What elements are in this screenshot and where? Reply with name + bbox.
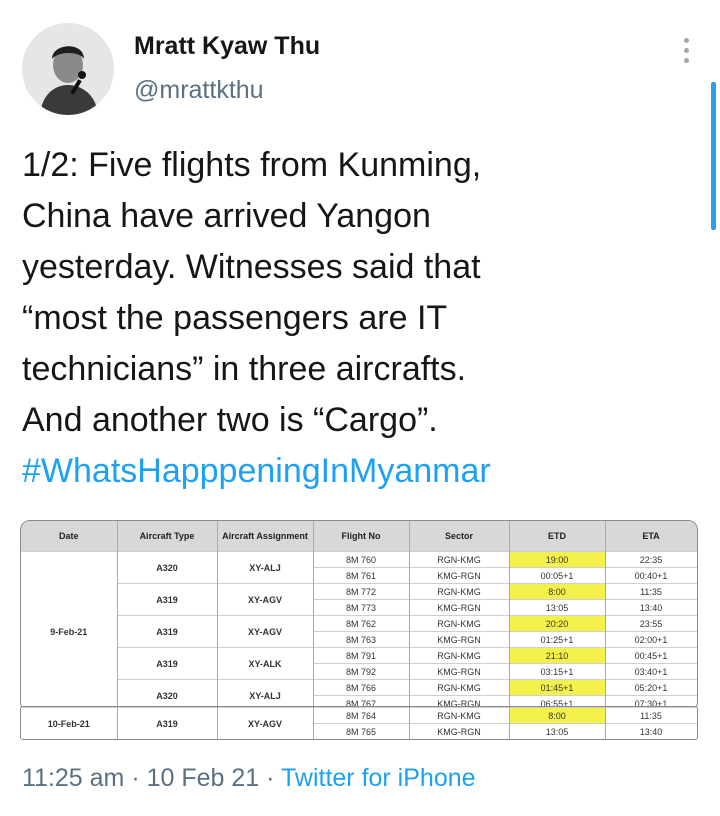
tweet-line: technicians” in three aircrafts. bbox=[22, 350, 467, 388]
table-row: A319 XY-ALK 8M 791 RGN-KMG 21:10 00:45+1 bbox=[21, 647, 697, 680]
more-options-icon[interactable] bbox=[682, 38, 690, 63]
aircraft-assignment-cell: XY-AGV bbox=[217, 583, 314, 616]
flight-table-10feb: 10-Feb-21 A319 XY-AGV 8M 764 RGN-KMG 8:00 11:3… bbox=[20, 706, 698, 740]
flight-no-cell: 8M 765 bbox=[313, 723, 410, 739]
etd-cell: 13:05 bbox=[509, 723, 606, 739]
header-aircraft-assignment: Aircraft Assignment bbox=[217, 521, 314, 552]
sector-cell: RGN-KMG bbox=[409, 647, 510, 664]
avatar[interactable] bbox=[22, 23, 114, 115]
aircraft-type-cell: A319 bbox=[117, 583, 218, 616]
aircraft-assignment-cell: XY-AGV bbox=[217, 615, 314, 648]
tweet-line: China have arrived Yangon bbox=[22, 197, 431, 235]
tweet-text: 1/2: Five flights from Kunming, China ha… bbox=[22, 140, 682, 497]
eta-cell: 00:45+1 bbox=[605, 647, 697, 664]
eta-cell: 22:35 bbox=[605, 551, 697, 568]
aircraft-type-cell: A319 bbox=[117, 647, 218, 680]
aircraft-assignment-cell: XY-ALJ bbox=[217, 551, 314, 584]
eta-cell: 02:00+1 bbox=[605, 631, 697, 648]
tweet-line: 1/2: Five flights from Kunming, bbox=[22, 146, 482, 184]
author-handle[interactable]: @mrattkthu bbox=[134, 76, 264, 105]
meta-separator: · bbox=[266, 764, 275, 792]
tweet-date[interactable]: 10 Feb 21 bbox=[147, 764, 260, 792]
aircraft-type-cell: A319 bbox=[117, 707, 218, 739]
flight-no-cell: 8M 762 bbox=[313, 615, 410, 632]
table-row: A320 XY-ALJ 8M 766 RGN-KMG 01:45+1 05:20+1 bbox=[21, 679, 697, 711]
header-flight-no: Flight No bbox=[313, 521, 410, 552]
flight-no-cell: 8M 764 bbox=[313, 707, 410, 724]
eta-cell: 13:40 bbox=[605, 599, 697, 616]
avatar-portrait-icon bbox=[22, 23, 114, 115]
tweet-time[interactable]: 11:25 am bbox=[22, 764, 124, 792]
sector-cell: KMG-RGN bbox=[409, 663, 510, 680]
eta-cell: 13:40 bbox=[605, 723, 697, 739]
eta-cell: 11:35 bbox=[605, 707, 697, 724]
scrollbar[interactable] bbox=[711, 82, 716, 230]
flight-no-cell: 8M 763 bbox=[313, 631, 410, 648]
etd-cell: 20:20 bbox=[509, 615, 606, 632]
tweet-line: yesterday. Witnesses said that bbox=[22, 248, 481, 286]
tweet-source-link[interactable]: Twitter for iPhone bbox=[281, 764, 476, 792]
sector-cell: RGN-KMG bbox=[409, 707, 510, 724]
table-row: A319 XY-AGV 8M 772 RGN-KMG 8:00 11:35 bbox=[21, 583, 697, 616]
hashtag-link[interactable]: #WhatsHapppeningInMyanmar bbox=[22, 446, 682, 497]
table-row: A319 XY-AGV 8M 762 RGN-KMG 20:20 23:55 bbox=[21, 615, 697, 648]
tweet-header: Mratt Kyaw Thu @mrattkthu bbox=[22, 18, 698, 118]
etd-cell: 01:45+1 bbox=[509, 679, 606, 696]
sector-cell: KMG-RGN bbox=[409, 599, 510, 616]
header-sector: Sector bbox=[409, 521, 510, 552]
flight-no-cell: 8M 761 bbox=[313, 567, 410, 584]
etd-cell: 00:05+1 bbox=[509, 567, 606, 584]
sector-cell: KMG-RGN bbox=[409, 631, 510, 648]
author-name[interactable]: Mratt Kyaw Thu bbox=[134, 32, 320, 61]
eta-cell: 03:40+1 bbox=[605, 663, 697, 680]
tweet-meta: 11:25 am · 10 Feb 21 · Twitter for iPhon… bbox=[22, 764, 476, 793]
etd-cell: 8:00 bbox=[509, 583, 606, 600]
date-cell: 10-Feb-21 bbox=[21, 707, 118, 739]
etd-cell: 19:00 bbox=[509, 551, 606, 568]
etd-cell: 01:25+1 bbox=[509, 631, 606, 648]
sector-cell: RGN-KMG bbox=[409, 679, 510, 696]
flight-no-cell: 8M 791 bbox=[313, 647, 410, 664]
tweet-line: “most the passengers are IT bbox=[22, 299, 448, 337]
flight-no-cell: 8M 773 bbox=[313, 599, 410, 616]
table-row: 9-Feb-21 A320 XY-ALJ 8M 760 RGN-KMG 19:00 22:3… bbox=[21, 551, 697, 711]
eta-cell: 05:20+1 bbox=[605, 679, 697, 696]
aircraft-assignment-cell: XY-ALK bbox=[217, 647, 314, 680]
header-date: Date bbox=[21, 521, 118, 552]
etd-cell: 03:15+1 bbox=[509, 663, 606, 680]
table-row: 10-Feb-21 A319 XY-AGV 8M 764 RGN-KMG 8:00 11:3… bbox=[21, 707, 697, 739]
sector-cell: RGN-KMG bbox=[409, 583, 510, 600]
etd-cell: 8:00 bbox=[509, 707, 606, 724]
flight-no-cell: 8M 760 bbox=[313, 551, 410, 568]
aircraft-type-cell: A319 bbox=[117, 615, 218, 648]
header-aircraft-type: Aircraft Type bbox=[117, 521, 218, 552]
header-etd: ETD bbox=[509, 521, 606, 552]
eta-cell: 11:35 bbox=[605, 583, 697, 600]
sector-cell: RGN-KMG bbox=[409, 615, 510, 632]
flight-table-9feb: Date Aircraft Type Aircraft Assignment F… bbox=[20, 520, 698, 712]
flight-schedule-image[interactable]: Date Aircraft Type Aircraft Assignment F… bbox=[20, 520, 698, 740]
aircraft-assignment-cell: XY-AGV bbox=[217, 707, 314, 739]
sector-cell: RGN-KMG bbox=[409, 551, 510, 568]
etd-cell: 21:10 bbox=[509, 647, 606, 664]
eta-cell: 00:40+1 bbox=[605, 567, 697, 584]
header-eta: ETA bbox=[605, 521, 697, 552]
eta-cell: 23:55 bbox=[605, 615, 697, 632]
etd-cell: 13:05 bbox=[509, 599, 606, 616]
sector-cell: KMG-RGN bbox=[409, 567, 510, 584]
flight-no-cell: 8M 792 bbox=[313, 663, 410, 680]
tweet-line: And another two is “Cargo”. bbox=[22, 401, 438, 439]
table-header-row: Date Aircraft Type Aircraft Assignment F… bbox=[21, 521, 697, 552]
date-cell: 9-Feb-21 bbox=[21, 551, 118, 711]
sector-cell: KMG-RGN bbox=[409, 723, 510, 739]
aircraft-type-cell: A320 bbox=[117, 551, 218, 584]
meta-separator: · bbox=[131, 764, 140, 792]
flight-no-cell: 8M 772 bbox=[313, 583, 410, 600]
flight-no-cell: 8M 766 bbox=[313, 679, 410, 696]
